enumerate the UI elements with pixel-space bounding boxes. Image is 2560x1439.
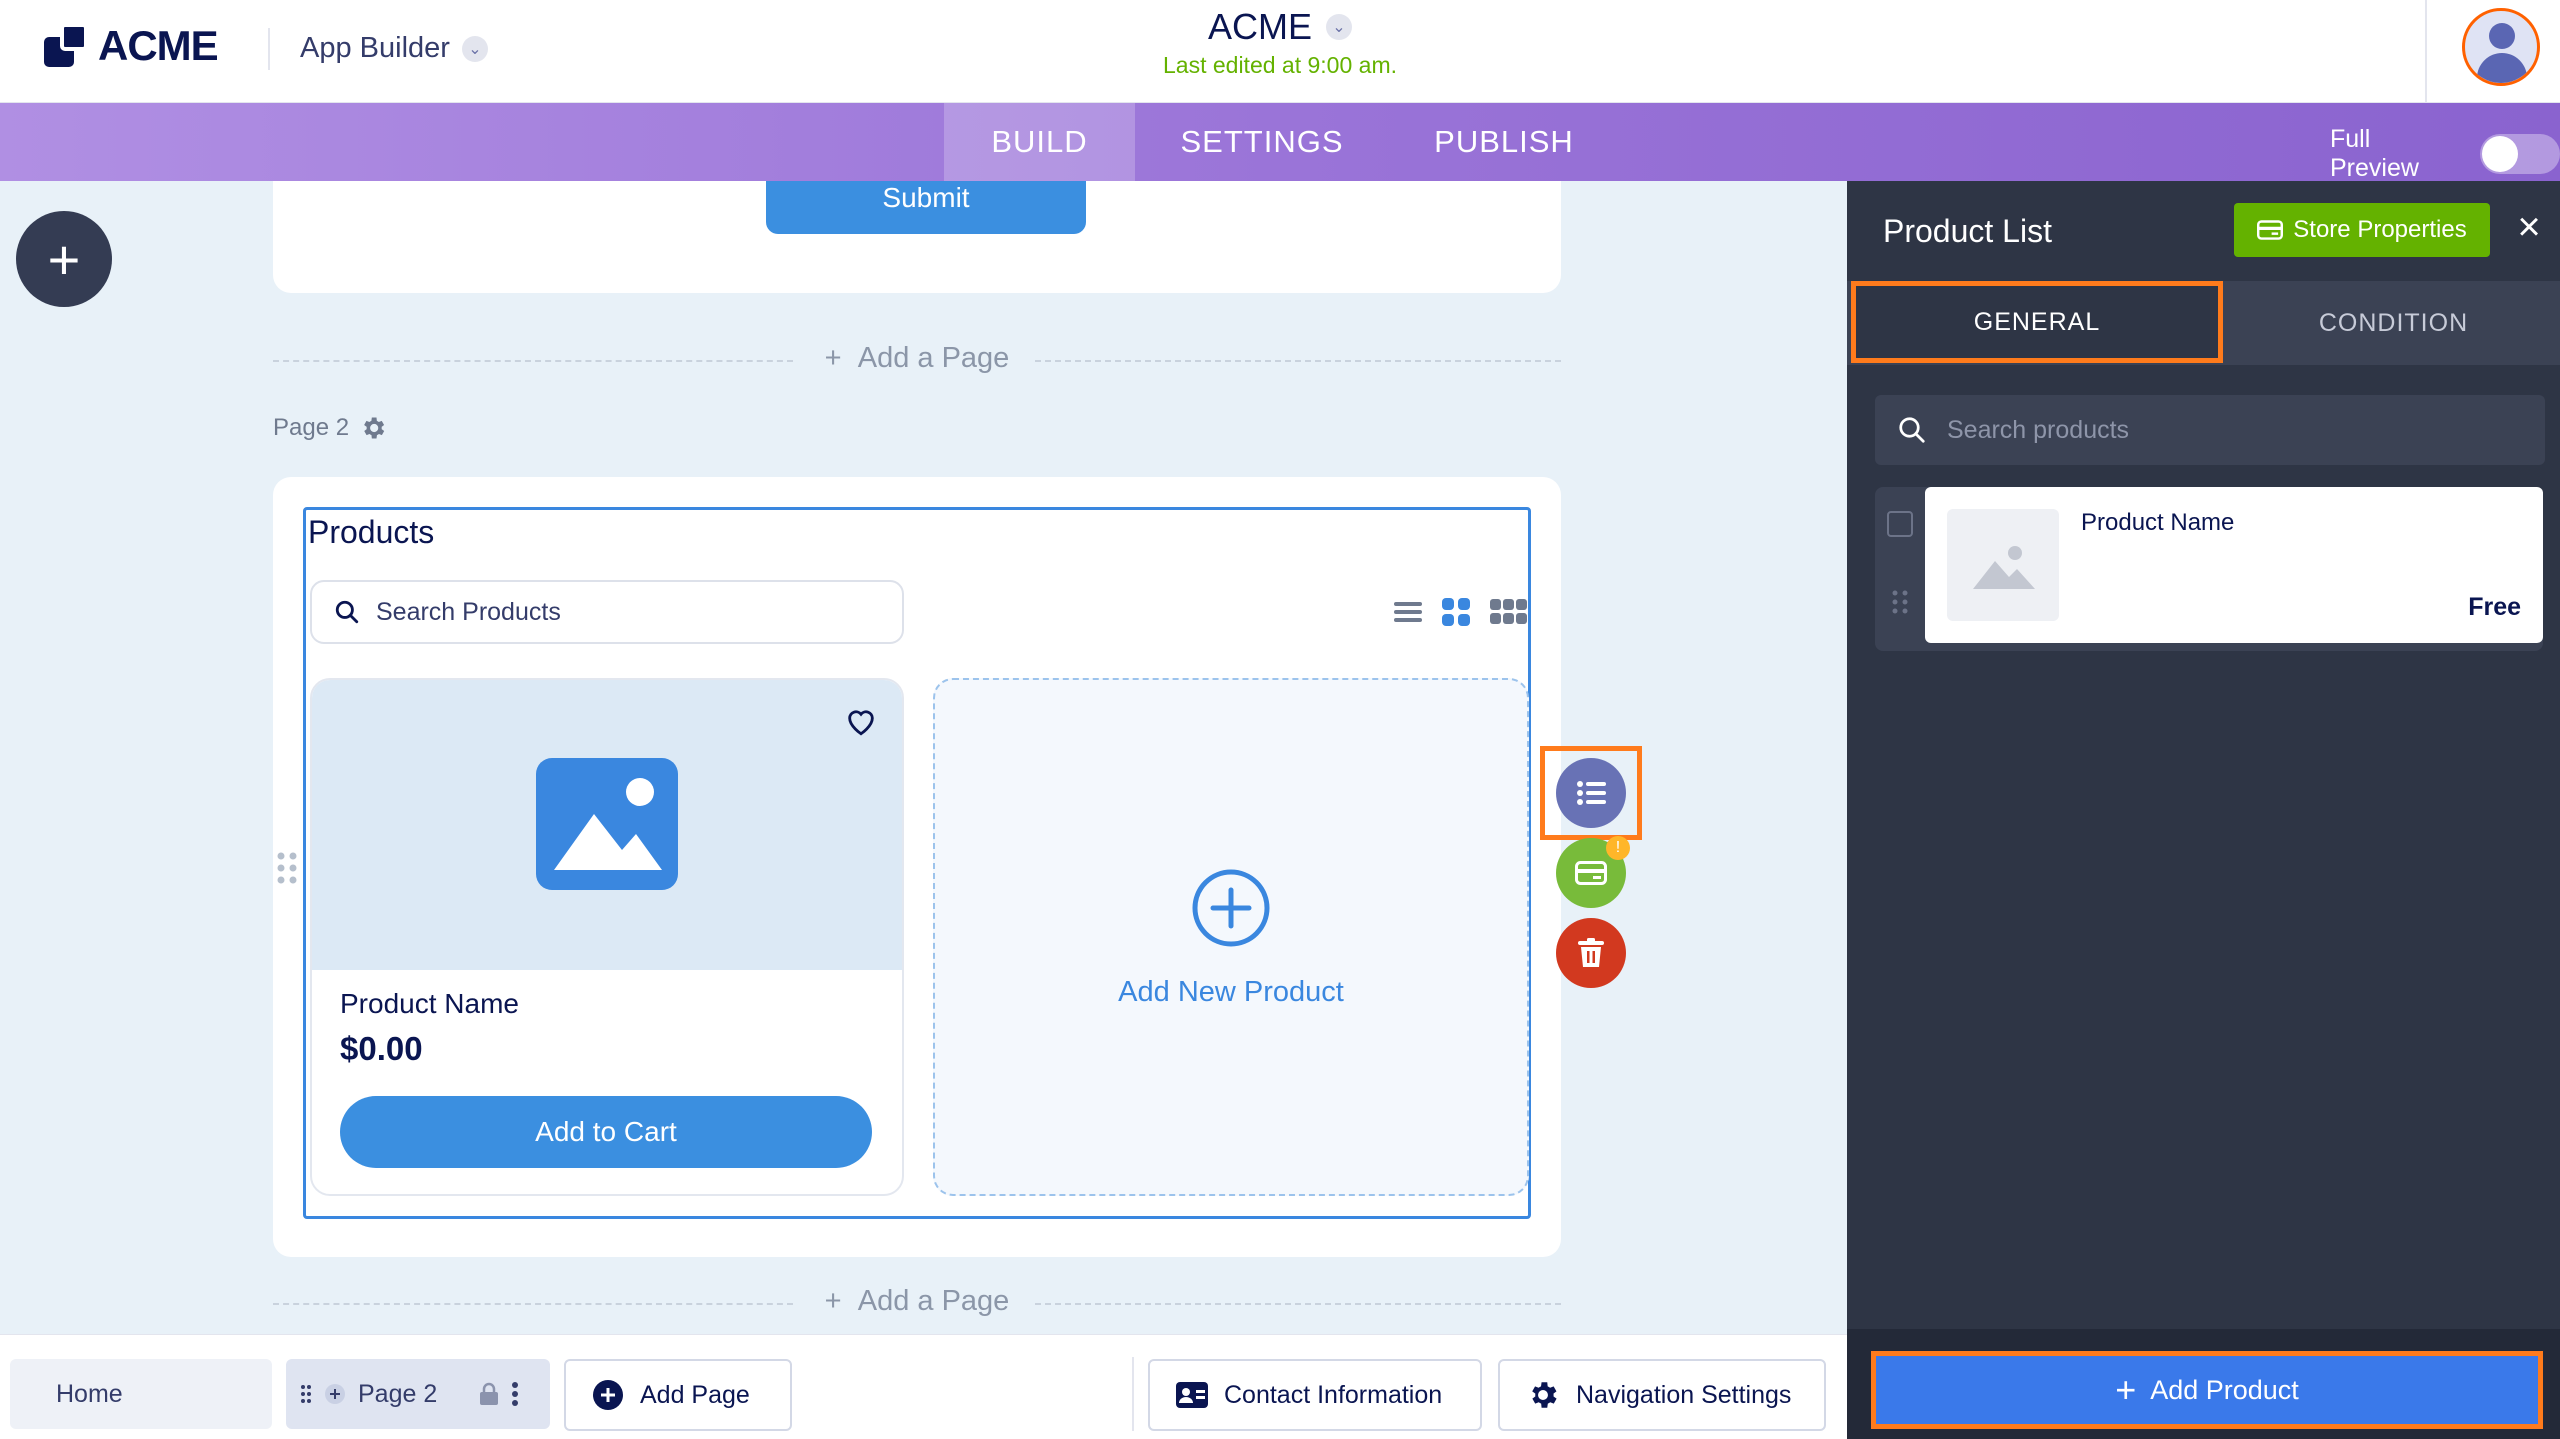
app-name: ACME (1207, 6, 1312, 47)
builder-canvas: + Submit + Add a Page Page 2 Products Se… (0, 181, 1847, 1334)
gear-icon[interactable] (359, 414, 387, 442)
trash-icon (1578, 938, 1604, 967)
credit-card-icon (1575, 861, 1607, 885)
full-preview-toggle[interactable] (2480, 134, 2560, 174)
image-placeholder-icon (536, 758, 678, 890)
tab-general[interactable]: GENERAL (1851, 281, 2223, 363)
store-properties-button[interactable]: Store Properties (2234, 203, 2490, 257)
drag-handle-icon[interactable] (1891, 589, 1909, 615)
product-list-card[interactable]: Product Name Free (1925, 487, 2543, 643)
product-thumbnail (1947, 509, 2059, 621)
avatar-divider (2425, 0, 2427, 103)
user-avatar[interactable] (2462, 8, 2540, 86)
tab-condition[interactable]: CONDITION (2227, 281, 2560, 365)
app-builder-dropdown[interactable]: App Builder ⌄ (300, 32, 488, 65)
top-header: ACME App Builder ⌄ ACME ⌄ Last edited at… (0, 0, 2560, 103)
heart-icon[interactable] (844, 704, 878, 738)
plus-icon (325, 1384, 345, 1404)
list-view-icon[interactable] (1394, 600, 1422, 624)
header-divider (268, 28, 270, 70)
contact-card-icon (1176, 1382, 1208, 1408)
add-new-product-tile[interactable]: Add New Product (933, 678, 1529, 1196)
app-name-dropdown[interactable]: ACME ⌄ (1208, 6, 1352, 48)
search-icon (1899, 417, 1925, 443)
add-a-page-link[interactable]: + Add a Page (273, 342, 1561, 375)
grid-view-icon[interactable] (1442, 598, 1470, 626)
compact-grid-view-icon[interactable] (1490, 599, 1528, 625)
bottom-divider (1132, 1357, 1134, 1431)
close-icon[interactable]: × (2509, 207, 2549, 247)
logo-mark-icon (44, 23, 90, 69)
product-list-panel: Product List Store Properties × GENERAL … (1847, 181, 2560, 1439)
add-new-product-label: Add New Product (1118, 976, 1344, 1008)
drag-handle-icon[interactable] (276, 851, 298, 885)
submit-button[interactable]: Submit (766, 181, 1086, 234)
warning-badge: ! (1606, 836, 1630, 860)
page-tabs-bar: Home Page 2 Add Page Contact Information… (0, 1334, 1847, 1439)
properties-highlight (1540, 746, 1642, 840)
product-price: $0.00 (340, 1030, 423, 1067)
full-preview-label: Full Preview (2330, 125, 2419, 182)
builder-nav-bar: BUILD SETTINGS PUBLISH Full Preview (0, 103, 2560, 183)
panel-tabs: GENERAL CONDITION (1847, 281, 2560, 365)
search-icon (335, 600, 359, 624)
page-tab-label: Page 2 (358, 1379, 438, 1408)
products-title: Products (308, 514, 435, 550)
gear-icon (1532, 1382, 1557, 1408)
last-edited-status: Last edited at 9:00 am. (1163, 52, 1397, 78)
plus-circle-icon (1192, 869, 1270, 947)
delete-button[interactable] (1556, 918, 1626, 988)
more-options-icon[interactable] (511, 1381, 519, 1407)
drag-handle-icon[interactable] (300, 1384, 312, 1404)
chevron-down-icon: ⌄ (1326, 14, 1352, 40)
acme-logo[interactable]: ACME (44, 22, 219, 70)
app-title-block: ACME ⌄ Last edited at 9:00 am. (1130, 6, 1430, 79)
page-2-card: Products Search Products Product Name $0… (273, 477, 1561, 1257)
product-card[interactable]: Product Name $0.00 Add to Cart (310, 678, 904, 1196)
plus-icon: + (2115, 1369, 2137, 1410)
page-1-card: Submit (273, 181, 1561, 293)
panel-title: Product List (1883, 213, 2052, 249)
app-builder-label: App Builder (300, 32, 450, 64)
view-toggle-group (1394, 598, 1528, 626)
list-item[interactable]: Product Name Free (1875, 487, 2543, 651)
tab-publish[interactable]: PUBLISH (1389, 103, 1619, 181)
page-tab-home[interactable]: Home (10, 1359, 272, 1429)
page-2-label: Page 2 (273, 414, 387, 442)
product-image (312, 680, 902, 970)
tab-settings[interactable]: SETTINGS (1135, 103, 1389, 181)
chevron-down-icon: ⌄ (461, 35, 488, 62)
product-price: Free (2468, 593, 2521, 621)
product-name: Product Name (2081, 509, 2235, 536)
page-tab-page-2[interactable]: Page 2 (286, 1359, 550, 1429)
add-element-button[interactable]: + (16, 211, 112, 307)
logo-text: ACME (98, 22, 219, 69)
search-products-field[interactable]: Search products (1875, 395, 2545, 465)
credit-card-icon (2257, 220, 2284, 240)
add-page-button[interactable]: Add Page (564, 1359, 792, 1431)
lock-icon (480, 1382, 499, 1405)
product-list-element[interactable]: Products Search Products Product Name $0… (303, 507, 1531, 1219)
add-to-cart-button[interactable]: Add to Cart (340, 1096, 872, 1168)
add-page-divider-top[interactable]: + Add a Page (273, 340, 1561, 380)
search-products-input[interactable]: Search Products (310, 580, 904, 644)
full-preview-control: Full Preview (2330, 125, 2560, 183)
tab-build[interactable]: BUILD (944, 103, 1135, 181)
plus-circle-icon (593, 1380, 623, 1410)
contact-information-button[interactable]: Contact Information (1148, 1359, 1482, 1431)
add-a-page-link[interactable]: + Add a Page (273, 1285, 1561, 1318)
add-page-divider-bottom[interactable]: + Add a Page (273, 1283, 1561, 1323)
image-placeholder-icon (1973, 546, 2035, 589)
product-checkbox[interactable] (1887, 511, 1913, 537)
add-product-button[interactable]: + Add Product (1871, 1351, 2543, 1429)
product-name: Product Name (340, 988, 519, 1019)
navigation-settings-button[interactable]: Navigation Settings (1498, 1359, 1826, 1431)
